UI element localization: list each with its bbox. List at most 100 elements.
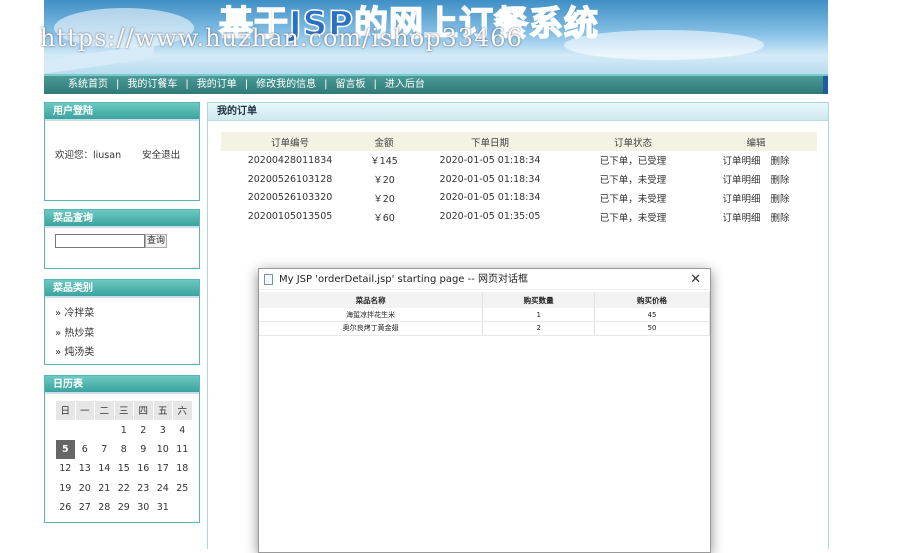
- nav-home[interactable]: 系统首页: [68, 79, 108, 90]
- weekday-header: 日: [55, 400, 76, 421]
- category-link-stirfry[interactable]: 热炒菜: [64, 328, 94, 339]
- dish-price: 50: [594, 321, 710, 336]
- dish-name: 海蜇凉拌花生米: [259, 308, 484, 322]
- weekday-header: 六: [172, 400, 193, 421]
- calendar-day[interactable]: 8: [114, 440, 134, 460]
- detail-row: 奥尔良烤丁黄金翅 2 50: [259, 321, 710, 336]
- col-status: 订单状态: [571, 132, 695, 151]
- calendar-day[interactable]: 17: [153, 459, 173, 479]
- calendar-day[interactable]: 1: [114, 420, 134, 440]
- category-link-cold[interactable]: 冷拌菜: [64, 308, 94, 319]
- calendar-day[interactable]: 4: [173, 420, 193, 440]
- bullet-icon: »: [55, 347, 62, 358]
- calendar-day[interactable]: 16: [134, 459, 154, 479]
- category-link-soup[interactable]: 炖汤类: [64, 347, 94, 358]
- calendar-day[interactable]: 12: [56, 459, 76, 479]
- category-item: » 炖汤类: [55, 343, 199, 363]
- category-item: » 热炒菜: [55, 324, 199, 344]
- order-id: 20200526103128: [247, 173, 333, 185]
- login-panel: 用户登陆 欢迎您：liusan 安全退出: [44, 102, 200, 201]
- order-amount: ￥20: [373, 193, 395, 205]
- order-id: 20200428011834: [247, 154, 333, 166]
- order-amount: ￥60: [373, 212, 395, 224]
- calendar-panel: 日历表 日一二三四五六 1 2 3 4 5 6 7 8 9 10 11 12 13 14 15 16 17 18 1…: [44, 375, 200, 523]
- nav-separator: |: [116, 79, 120, 90]
- col-quantity: 购买数量: [482, 292, 596, 308]
- calendar-day[interactable]: 7: [95, 440, 115, 460]
- dish-name: 奥尔良烤丁黄金翅: [259, 321, 484, 336]
- close-icon[interactable]: ✕: [690, 269, 701, 290]
- watermark: https://www.huzhan.com/ishop33466: [40, 24, 523, 52]
- orders-table: 订单编号 金额 下单日期 订单状态 编辑 20200428011834 ￥145 2…: [221, 132, 817, 226]
- calendar-day[interactable]: 6: [75, 440, 95, 460]
- calendar-day[interactable]: 20: [75, 479, 95, 499]
- bullet-icon: »: [55, 308, 62, 319]
- order-date: 2020-01-05 01:35:05: [439, 211, 541, 223]
- calendar-day[interactable]: 18: [173, 459, 193, 479]
- calendar-day[interactable]: 24: [153, 479, 173, 499]
- nav-cart[interactable]: 我的订餐车: [127, 79, 177, 90]
- order-detail-link[interactable]: 订单明细: [722, 213, 760, 224]
- calendar-day[interactable]: 21: [95, 479, 115, 499]
- dish-quantity: 1: [482, 308, 596, 322]
- calendar-week: 19 20 21 22 23 24 25: [56, 479, 193, 499]
- col-date: 下单日期: [409, 132, 571, 151]
- order-detail-dialog: My JSP 'orderDetail.jsp' starting page -…: [258, 268, 711, 553]
- nav-endcap: [823, 76, 828, 94]
- order-delete-link[interactable]: 删除: [771, 213, 790, 224]
- calendar-day: [173, 498, 193, 518]
- calendar-day[interactable]: 15: [114, 459, 134, 479]
- calendar-day[interactable]: 10: [153, 440, 173, 460]
- order-delete-link[interactable]: 删除: [771, 194, 790, 205]
- weekday-header: 一: [74, 400, 95, 421]
- calendar-day[interactable]: 2: [134, 420, 154, 440]
- calendar-day[interactable]: 9: [134, 440, 154, 460]
- nav-orders[interactable]: 我的订单: [197, 79, 237, 90]
- calendar-day: [56, 420, 76, 440]
- calendar-day[interactable]: 23: [134, 479, 154, 499]
- calendar-panel-header: 日历表: [45, 376, 199, 394]
- order-date: 2020-01-05 01:18:34: [439, 173, 541, 185]
- order-status: 已下单，未受理: [599, 175, 667, 187]
- calendar-day[interactable]: 11: [173, 440, 193, 460]
- calendar-day[interactable]: 29: [114, 498, 134, 518]
- order-status: 已下单，未受理: [599, 193, 667, 205]
- detail-row: 海蜇凉拌花生米 1 45: [259, 308, 710, 322]
- logout-link[interactable]: 安全退出: [142, 150, 180, 161]
- nav-profile[interactable]: 修改我的信息: [256, 79, 316, 90]
- calendar-day[interactable]: 30: [134, 498, 154, 518]
- calendar-day: [95, 420, 115, 440]
- order-status: 已下单，未受理: [599, 212, 667, 224]
- order-detail-link[interactable]: 订单明细: [722, 194, 760, 205]
- calendar-day[interactable]: 27: [75, 498, 95, 518]
- order-id: 20200105013505: [247, 211, 333, 223]
- calendar-day[interactable]: 25: [173, 479, 193, 499]
- dialog-titlebar[interactable]: My JSP 'orderDetail.jsp' starting page -…: [259, 269, 710, 290]
- order-detail-link[interactable]: 订单明细: [722, 175, 760, 186]
- calendar-day[interactable]: 26: [56, 498, 76, 518]
- calendar-day[interactable]: 14: [95, 459, 115, 479]
- nav-admin[interactable]: 进入后台: [385, 79, 425, 90]
- calendar-week: 1234: [56, 420, 193, 440]
- nav-guestbook[interactable]: 留言板: [336, 79, 366, 90]
- calendar-day[interactable]: 31: [153, 498, 173, 518]
- calendar-day[interactable]: 5: [55, 439, 75, 459]
- calendar-grid: 日一二三四五六 1 2 3 4 5 6 7 8 9 10 11 12 13 14 15 16 17 18 19 20 2…: [55, 400, 193, 518]
- calendar-day[interactable]: 19: [56, 479, 76, 499]
- dialog-title: My JSP 'orderDetail.jsp' starting page -…: [279, 274, 529, 285]
- calendar-day[interactable]: 22: [114, 479, 134, 499]
- detail-table: 菜品名称 购买数量 购买价格 海蜇凉拌花生米 1 45 奥尔良烤丁黄金翅 2 50: [259, 292, 710, 336]
- calendar-week: 26 27 28 29 30 31: [56, 498, 193, 518]
- category-panel: 菜品类别 » 冷拌菜 » 热炒菜 » 炖汤类: [44, 279, 200, 365]
- search-input[interactable]: [55, 234, 145, 248]
- order-delete-link[interactable]: 删除: [771, 156, 790, 167]
- weekday-header: 二: [94, 400, 115, 421]
- calendar-day[interactable]: 13: [75, 459, 95, 479]
- col-amount: 金额: [359, 132, 409, 151]
- search-button[interactable]: 查询: [145, 234, 168, 248]
- order-delete-link[interactable]: 删除: [771, 175, 790, 186]
- calendar-day[interactable]: 3: [153, 420, 173, 440]
- order-detail-link[interactable]: 订单明细: [722, 156, 760, 167]
- category-item: » 冷拌菜: [55, 304, 199, 324]
- calendar-day[interactable]: 28: [95, 498, 115, 518]
